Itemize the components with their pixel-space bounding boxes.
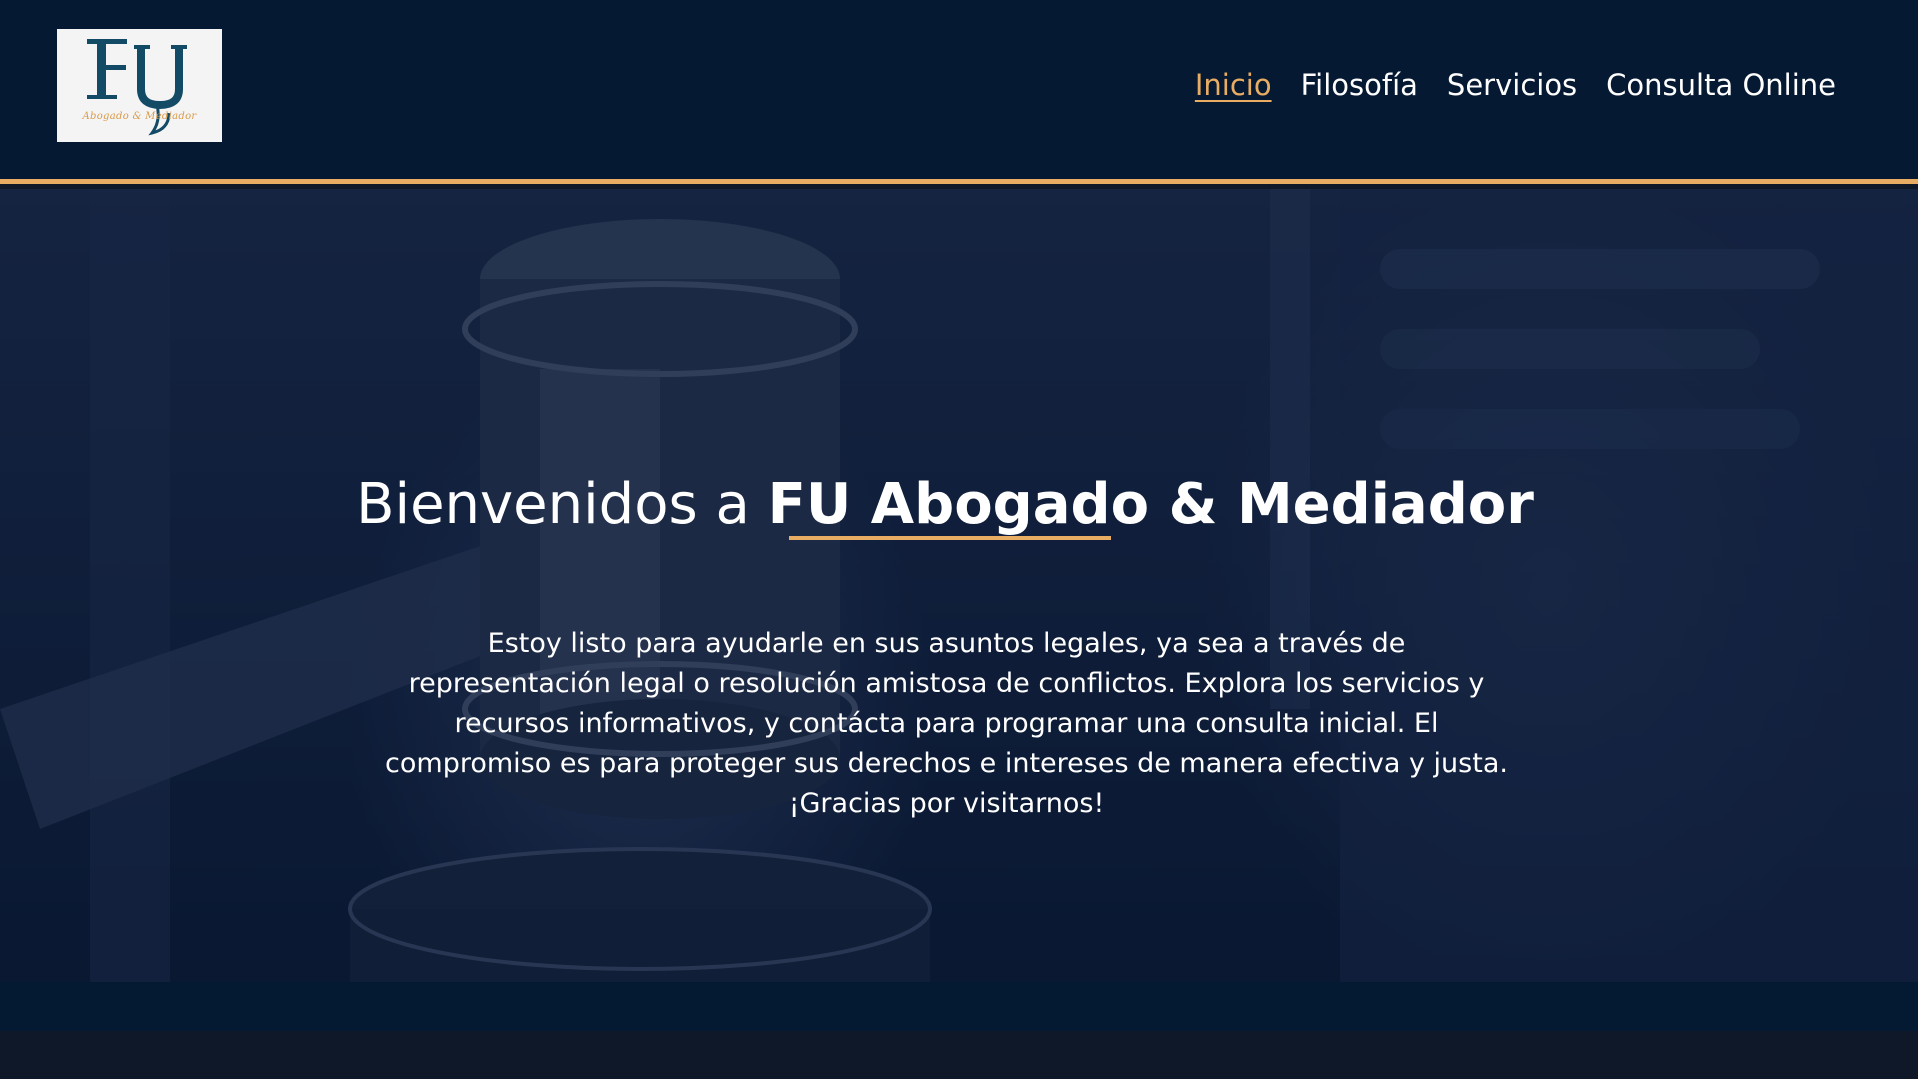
logo-tagline: Abogado & Mediador [82, 111, 197, 122]
hero-description: Estoy listo para ayudarle en sus asuntos… [385, 628, 1508, 819]
main-nav: Inicio Filosofía Servicios Consulta Onli… [1195, 63, 1836, 107]
hero-title: Bienvenidos a FU Abogado & Mediador [0, 471, 1890, 539]
hero-title-emphasis: FU Abogado & Mediador [767, 471, 1534, 537]
nav-item-inicio[interactable]: Inicio [1195, 63, 1272, 107]
nav-item-servicios[interactable]: Servicios [1447, 63, 1577, 107]
nav-item-consulta-online[interactable]: Consulta Online [1606, 63, 1836, 107]
hero-section: Bienvenidos a FU Abogado & Mediador Esto… [0, 189, 1918, 982]
site-logo[interactable]: Abogado & Mediador [57, 29, 222, 142]
hero-overlay [0, 189, 1918, 982]
section-band [0, 982, 1918, 1031]
site-header: Abogado & Mediador Inicio Filosofía Serv… [0, 0, 1918, 184]
hero-title-prefix: Bienvenidos a [356, 471, 768, 537]
nav-item-filosofia[interactable]: Filosofía [1301, 63, 1418, 107]
hero-divider [789, 536, 1111, 540]
fu-monogram-icon [87, 39, 187, 136]
page-footer-band [0, 1031, 1918, 1079]
